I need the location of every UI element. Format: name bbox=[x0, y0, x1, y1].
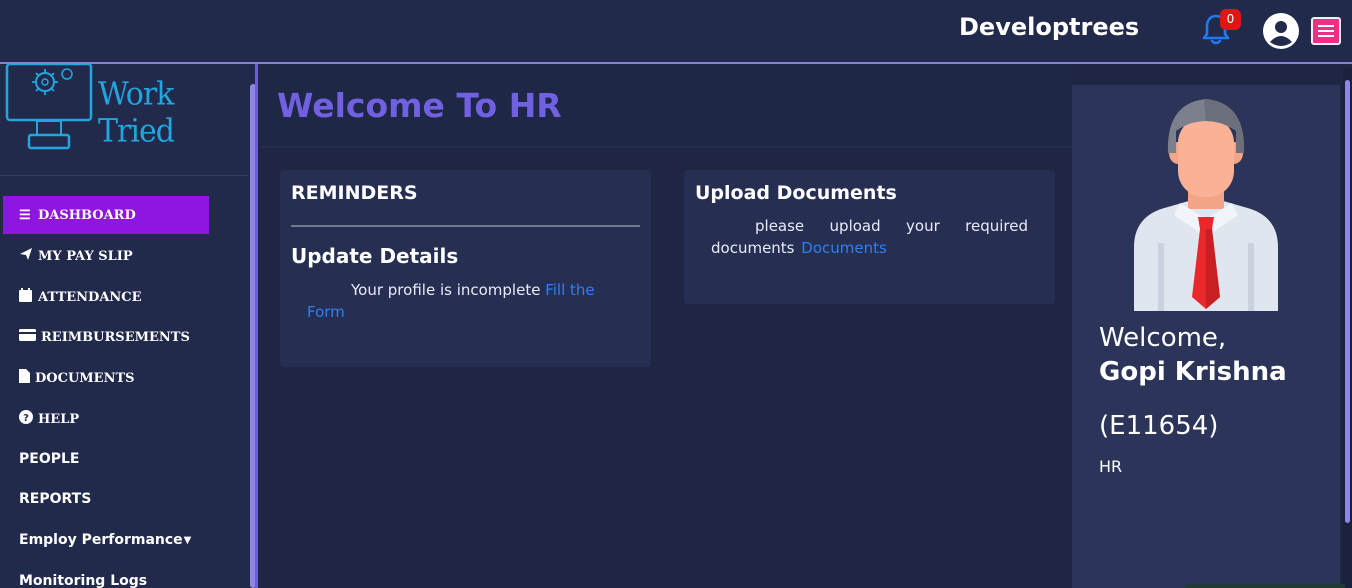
divider bbox=[291, 225, 640, 227]
welcome-label: Welcome, bbox=[1099, 323, 1227, 353]
sidebar-item-reports[interactable]: REPORTS bbox=[19, 487, 91, 511]
sidebar-item-label: REPORTS bbox=[19, 491, 92, 507]
user-name: Gopi Krishna bbox=[1099, 357, 1287, 387]
logo-text: Work Tried bbox=[98, 76, 175, 150]
sidebar-item-dashboard[interactable]: ☰ DASHBOARD bbox=[3, 196, 209, 234]
top-navbar: Developtrees 0 bbox=[0, 0, 1352, 64]
page-title: Welcome To HR bbox=[277, 86, 562, 125]
monitor-gear-logo-icon bbox=[5, 64, 93, 150]
credit-card-icon bbox=[19, 329, 37, 345]
update-details-heading: Update Details bbox=[291, 244, 459, 268]
page-header: Welcome To HR bbox=[261, 66, 1072, 148]
sidebar-item-help[interactable]: ? HELP bbox=[19, 407, 79, 431]
sidebar-item-my-pay-slip[interactable]: MY PAY SLIP bbox=[19, 244, 133, 268]
calendar-icon bbox=[19, 288, 34, 306]
sidebar-item-label: REIMBURSEMENTS bbox=[41, 329, 190, 345]
user-circle-icon[interactable] bbox=[1263, 13, 1299, 49]
sidebar-item-documents[interactable]: DOCUMENTS bbox=[19, 366, 135, 390]
reminders-card: REMINDERS Update Details Your profile is… bbox=[280, 170, 651, 367]
notification-count-badge: 0 bbox=[1220, 9, 1241, 30]
employee-id: (E11654) bbox=[1099, 411, 1219, 441]
sidebar-item-label: DOCUMENTS bbox=[35, 370, 135, 386]
sidebar-item-label: Employ Performance bbox=[19, 532, 183, 548]
upload-message: please upload your required documents Do… bbox=[711, 215, 1028, 259]
sidebar-item-employ-performance[interactable]: Employ Performance ▼ bbox=[19, 528, 191, 552]
documents-link[interactable]: Documents bbox=[801, 239, 887, 257]
divider bbox=[0, 175, 248, 176]
sidebar-item-reimbursements[interactable]: REIMBURSEMENTS bbox=[19, 325, 190, 349]
hamburger-menu-icon bbox=[1318, 25, 1334, 27]
sidebar-item-label: Monitoring Logs bbox=[19, 573, 148, 588]
reminder-message: Your profile is incomplete Fill the Form bbox=[307, 279, 627, 323]
sidebar-item-label: DASHBOARD bbox=[38, 207, 136, 223]
question-circle-icon: ? bbox=[19, 410, 34, 428]
sidebar-item-label: PEOPLE bbox=[19, 451, 80, 467]
sidebar-scrollbar[interactable] bbox=[250, 84, 255, 588]
svg-text:?: ? bbox=[23, 413, 29, 424]
upload-documents-card: Upload Documents please upload your requ… bbox=[684, 170, 1055, 304]
file-icon bbox=[19, 369, 31, 387]
reminders-title: REMINDERS bbox=[291, 182, 418, 204]
page-scrollbar-thumb[interactable] bbox=[1345, 80, 1350, 523]
sidebar-item-label: ATTENDANCE bbox=[38, 289, 142, 305]
caret-down-icon: ▼ bbox=[183, 534, 192, 546]
paper-plane-icon bbox=[19, 247, 34, 265]
sidebar-item-monitoring-logs[interactable]: Monitoring Logs bbox=[19, 569, 147, 588]
sidebar-item-label: MY PAY SLIP bbox=[38, 248, 133, 264]
bottom-strip bbox=[1185, 584, 1345, 588]
reminder-text: Your profile is incomplete bbox=[351, 281, 541, 299]
bars-icon: ☰ bbox=[19, 207, 31, 223]
department: HR bbox=[1099, 457, 1123, 476]
sidebar-item-label: HELP bbox=[38, 411, 80, 427]
company-name: Developtrees bbox=[959, 13, 1140, 41]
sidebar-item-attendance[interactable]: ATTENDANCE bbox=[19, 285, 142, 309]
sidebar: Work Tried ☰ DASHBOARD MY PAY SLIP ATTEN… bbox=[0, 64, 258, 588]
sidebar-item-people[interactable]: PEOPLE bbox=[19, 447, 79, 471]
hamburger-menu-button[interactable] bbox=[1311, 17, 1341, 45]
upload-documents-title: Upload Documents bbox=[695, 182, 897, 204]
profile-panel: Welcome, Gopi Krishna (E11654) HR bbox=[1072, 85, 1340, 588]
employee-avatar-icon bbox=[1134, 99, 1278, 311]
